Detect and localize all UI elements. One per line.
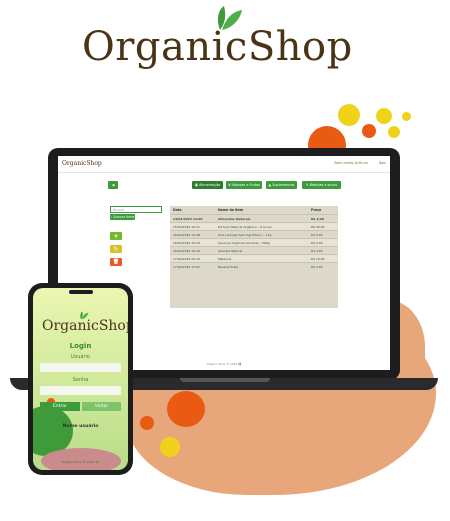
cell-date: 14/04/2024 12:00 xyxy=(173,217,203,221)
cell-price: R$ 6,00 xyxy=(311,241,323,245)
table-row[interactable]: 14/04/2024 12:00 Alimentos Naturais R$ 0… xyxy=(170,214,338,222)
items-table: Data Nome do item Preço 14/04/2024 12:00… xyxy=(170,206,338,308)
orange-dot xyxy=(362,124,376,138)
table-row[interactable]: 16/04/2024 16:10 Abacate Natural R$ 4,00 xyxy=(170,246,338,254)
cell-name: Alimentos Naturais xyxy=(218,217,251,221)
search-button-label: Buscar itens xyxy=(113,215,135,219)
password-label: Senha xyxy=(72,377,89,383)
cell-date: 16/04/2024 15:34 xyxy=(173,241,200,245)
header-price: Preço xyxy=(311,208,322,212)
search-button[interactable]: ⌕ Buscar itens xyxy=(110,214,135,220)
nav-alimentacao-button[interactable]: ▣ Alimentação xyxy=(192,181,223,189)
cell-name: Melancia xyxy=(218,257,232,261)
user-link[interactable]: Bem-vindo Arthurs xyxy=(334,161,368,165)
table-row[interactable]: 17/04/2024 11:02 Banana Prata R$ 5,00 xyxy=(170,262,338,270)
cell-price: R$ 39,00 xyxy=(311,225,325,229)
phone-notch xyxy=(69,290,93,294)
laptop-hinge xyxy=(180,378,270,382)
arrow-left-icon: ◀ xyxy=(111,183,115,187)
mobile-logo: OrganicShop xyxy=(42,318,128,334)
cell-name: Banana Prata xyxy=(218,265,239,269)
cell-date: 17/04/2024 09:15 xyxy=(173,257,200,261)
cell-price: R$ 4,00 xyxy=(311,249,323,253)
back-button[interactable]: ◀ xyxy=(108,181,118,189)
cell-name: Kit Suco Natural Orgânico – 6 sucos xyxy=(218,225,272,229)
cell-date: 16/04/2024 16:10 xyxy=(173,249,200,253)
table-header: Data Nome do item Preço xyxy=(170,206,338,214)
cell-name: Cenoura Orgânica Unidade – 500g xyxy=(218,241,270,245)
leaf-icon xyxy=(217,6,242,30)
nav-label: Bebidas e sucos xyxy=(309,183,338,187)
yellow-dot xyxy=(376,108,392,124)
nav-label: Alimentação xyxy=(199,183,221,187)
login-heading: Login xyxy=(69,342,92,350)
back-button[interactable]: Voltar xyxy=(82,402,121,411)
cell-name: Pool Laranjas Sem Agrotóxico – 1kg xyxy=(218,233,272,237)
logout-link[interactable]: Sair xyxy=(379,161,386,165)
cell-date: 16/04/2024 13:48 xyxy=(173,233,200,237)
yellow-dot xyxy=(402,112,411,121)
app-header: OrganicShop Bem-vindo Arthurs Sair xyxy=(58,156,390,173)
cell-price: R$ 0,00 xyxy=(311,217,324,221)
orange-dot xyxy=(167,391,205,427)
yellow-dot xyxy=(388,126,400,138)
username-label: Usuário xyxy=(70,354,90,360)
edit-item-button[interactable]: ✎ xyxy=(110,245,122,253)
table-row[interactable]: 15/04/2024 10:21 Kit Suco Natural Orgâni… xyxy=(170,222,338,230)
cell-price: R$ 10,00 xyxy=(311,257,325,261)
password-field[interactable] xyxy=(40,386,121,395)
cell-name: Abacate Natural xyxy=(218,249,243,253)
cell-date: 15/04/2024 10:21 xyxy=(173,225,200,229)
pink-blob-shape xyxy=(41,448,121,470)
brand-logo: OrganicShop xyxy=(0,0,450,90)
cell-price: R$ 5,00 xyxy=(311,265,323,269)
username-field[interactable] xyxy=(40,363,121,372)
nav-label: Suplementos xyxy=(272,183,295,187)
delete-item-button[interactable]: 🗑 xyxy=(110,258,122,266)
table-row[interactable]: 17/04/2024 09:15 Melancia R$ 10,00 xyxy=(170,254,338,262)
header-date: Data xyxy=(173,208,182,212)
phone-screen: OrganicShop Login Usuário Senha Entrar V… xyxy=(33,288,128,470)
mobile-footer: Organic Shop ® 2024 🌿 xyxy=(61,460,100,464)
search-input[interactable]: Buscar xyxy=(110,206,162,213)
nav-saladas-button[interactable]: ❦ Saladas e Frutas xyxy=(226,181,262,189)
yellow-dot xyxy=(338,104,360,126)
login-button[interactable]: Entrar xyxy=(40,402,80,411)
cell-price: R$ 8,00 xyxy=(311,233,323,237)
cell-date: 17/04/2024 11:02 xyxy=(173,265,200,269)
header-name: Nome do item xyxy=(218,208,244,212)
add-item-button[interactable]: + xyxy=(110,232,122,240)
app-logo: OrganicShop xyxy=(62,160,102,167)
nav-label: Saladas e Frutas xyxy=(232,183,260,187)
table-row[interactable]: 16/04/2024 15:34 Cenoura Orgânica Unidad… xyxy=(170,238,338,246)
table-row[interactable]: 16/04/2024 13:48 Pool Laranjas Sem Agrot… xyxy=(170,230,338,238)
orange-dot xyxy=(140,416,154,430)
nav-bebidas-button[interactable]: ✎ Bebidas e sucos xyxy=(302,181,341,189)
username-display: Nome usuário xyxy=(62,424,99,429)
nav-suplementos-button[interactable]: ▲ Suplementos xyxy=(266,181,297,189)
yellow-dot xyxy=(160,437,180,457)
